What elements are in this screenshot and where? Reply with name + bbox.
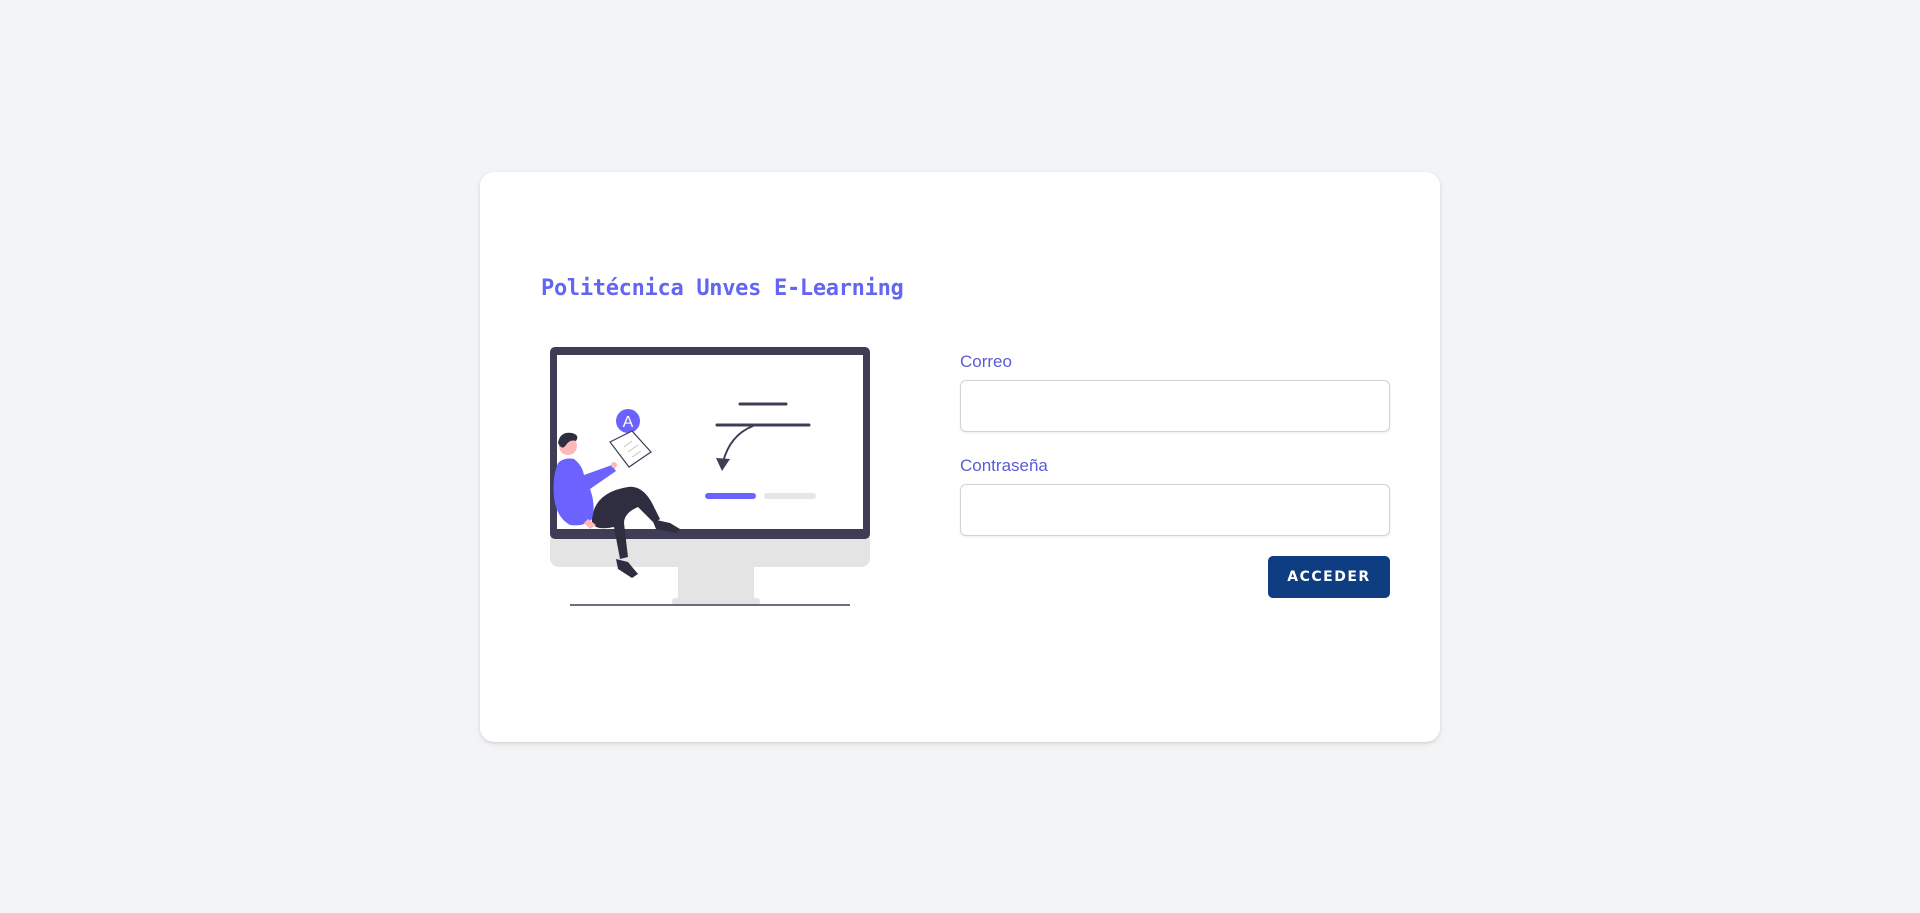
password-label: Contraseña bbox=[960, 456, 1048, 475]
login-button[interactable]: ACCEDER bbox=[1268, 556, 1390, 598]
progress-filled bbox=[705, 493, 756, 499]
email-group: Correo bbox=[960, 352, 1390, 432]
progress-empty bbox=[764, 493, 816, 499]
monitor-chin bbox=[550, 537, 870, 567]
grade-badge-letter: A bbox=[623, 414, 634, 431]
password-group: Contraseña bbox=[960, 456, 1390, 536]
email-label: Correo bbox=[960, 352, 1012, 371]
email-field[interactable] bbox=[960, 380, 1390, 432]
online-learning-illustration: A bbox=[550, 347, 870, 606]
monitor-stand-foot bbox=[672, 598, 760, 605]
app-title: Politécnica Unves E-Learning bbox=[541, 276, 904, 301]
login-card: Politécnica Unves E-Learning A Correo Co… bbox=[480, 172, 1440, 742]
password-field[interactable] bbox=[960, 484, 1390, 536]
login-form: Correo Contraseña ACCEDER bbox=[960, 352, 1390, 598]
form-actions: ACCEDER bbox=[960, 556, 1390, 598]
